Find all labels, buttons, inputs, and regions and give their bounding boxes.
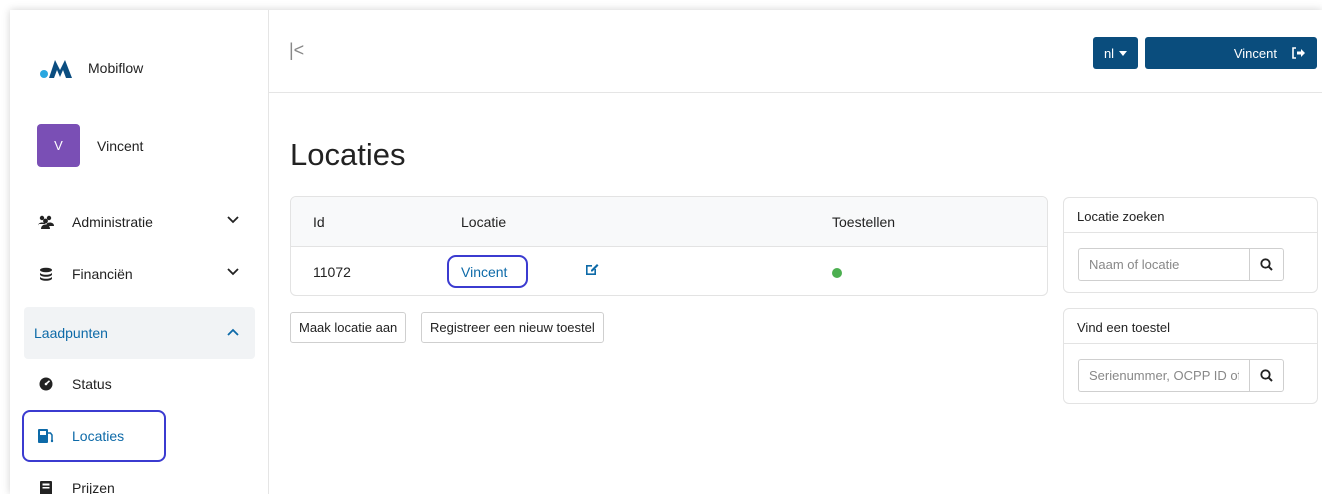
- user-profile[interactable]: V Vincent: [37, 124, 143, 167]
- device-status-dot: [832, 265, 842, 281]
- search-location-card: Locatie zoeken: [1063, 197, 1318, 293]
- sidebar: Mobiflow V Vincent Administratie Financi…: [10, 10, 269, 494]
- sidebar-item-laadpunten[interactable]: Laadpunten: [24, 307, 255, 359]
- coins-icon: [38, 266, 54, 282]
- charging-station-icon: [38, 428, 54, 444]
- page-title: Locaties: [290, 137, 406, 172]
- table-header: Id Locatie Toestellen: [291, 197, 1047, 247]
- sidebar-item-label: Laadpunten: [34, 325, 108, 341]
- find-device-card: Vind een toestel: [1063, 308, 1318, 404]
- search-button[interactable]: [1249, 359, 1284, 392]
- cell-id: 11072: [313, 264, 351, 280]
- location-search-input[interactable]: [1078, 248, 1249, 281]
- mobiflow-logo-icon: [40, 60, 72, 78]
- location-link[interactable]: Vincent: [461, 264, 507, 280]
- user-name: Vincent: [97, 137, 144, 154]
- find-device-group: [1078, 359, 1284, 392]
- brand-name: Mobiflow: [88, 60, 144, 76]
- column-header-id: Id: [313, 214, 325, 230]
- sidebar-item-label: Prijzen: [72, 480, 115, 494]
- edit-icon[interactable]: [585, 262, 599, 279]
- collapse-sidebar-icon[interactable]: |<: [289, 40, 304, 61]
- sidebar-item-label: Financiën: [72, 266, 133, 282]
- chevron-up-icon: [227, 328, 239, 336]
- create-location-button[interactable]: Maak locatie aan: [290, 312, 407, 343]
- gauge-icon: [38, 376, 54, 392]
- card-title: Locatie zoeken: [1064, 198, 1317, 233]
- sidebar-item-label: Status: [72, 376, 112, 392]
- user-logout-button[interactable]: Vincent: [1145, 37, 1317, 69]
- top-bar: |< nl Vincent: [269, 10, 1322, 93]
- language-label: nl: [1103, 45, 1115, 61]
- sidebar-item-label: Administratie: [72, 214, 153, 230]
- caret-down-icon: [1119, 50, 1128, 56]
- sidebar-item-locaties[interactable]: Locaties: [24, 411, 255, 461]
- device-search-input[interactable]: [1078, 359, 1249, 392]
- chevron-down-icon: [227, 216, 239, 224]
- register-device-button[interactable]: Registreer een nieuw toestel: [421, 312, 604, 343]
- search-button[interactable]: [1249, 248, 1284, 281]
- language-dropdown[interactable]: nl: [1093, 37, 1138, 69]
- search-icon: [1260, 258, 1273, 271]
- sidebar-item-financien[interactable]: Financiën: [24, 249, 255, 299]
- column-header-locatie: Locatie: [461, 214, 507, 230]
- table-row: 11072 Vincent: [291, 247, 1047, 295]
- sidebar-item-status[interactable]: Status: [24, 359, 255, 409]
- chevron-down-icon: [227, 268, 239, 276]
- locations-table: Id Locatie Toestellen 11072 Vincent: [290, 196, 1048, 296]
- users-icon: [38, 214, 54, 230]
- search-location-group: [1078, 248, 1284, 281]
- price-tag-icon: [38, 480, 54, 494]
- sidebar-item-prijzen[interactable]: Prijzen: [24, 463, 255, 494]
- search-icon: [1260, 369, 1273, 382]
- app-window: Mobiflow V Vincent Administratie Financi…: [10, 10, 1322, 494]
- sign-out-icon: [1292, 47, 1305, 59]
- user-button-label: Vincent: [1233, 45, 1277, 61]
- sidebar-item-label: Locaties: [72, 428, 125, 444]
- avatar: V: [37, 124, 80, 167]
- brand[interactable]: Mobiflow: [40, 50, 143, 86]
- card-title: Vind een toestel: [1064, 309, 1317, 344]
- column-header-toestellen: Toestellen: [832, 214, 896, 230]
- sidebar-item-administratie[interactable]: Administratie: [24, 197, 255, 247]
